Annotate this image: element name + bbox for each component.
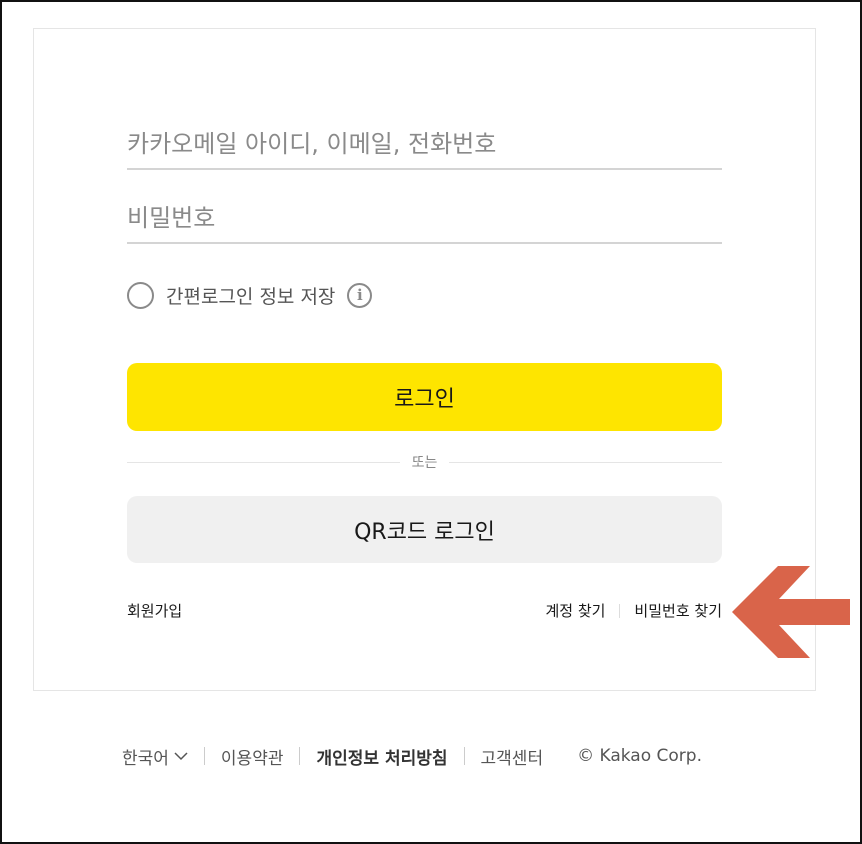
save-login-label[interactable]: 간편로그인 정보 저장 (166, 282, 335, 309)
password-input[interactable] (127, 202, 722, 242)
divider-text: 또는 (411, 455, 438, 471)
language-selector[interactable]: 한국어 (122, 744, 188, 769)
id-input[interactable] (127, 128, 722, 168)
find-links: 계정 찾기 비밀번호 찾기 (545, 600, 722, 621)
footer: 한국어 이용약관 개인정보 처리방침 고객센터 © Kakao Corp. (122, 743, 702, 769)
save-login-radio[interactable] (127, 281, 154, 309)
save-login-row: 간편로그인 정보 저장 i (127, 281, 373, 309)
footer-separator (203, 747, 205, 765)
link-separator (619, 603, 621, 618)
customer-center-link[interactable]: 고객센터 (481, 744, 544, 769)
signup-link[interactable]: 회원가입 (127, 600, 182, 621)
language-label: 한국어 (122, 748, 169, 769)
left-arrow-icon (732, 566, 850, 658)
id-field-wrapper (127, 128, 722, 170)
or-divider: 또는 (127, 452, 723, 472)
chevron-down-icon (174, 752, 188, 761)
login-button[interactable]: 로그인 (127, 363, 722, 431)
info-icon[interactable]: i (347, 282, 373, 308)
qr-login-button[interactable]: QR코드 로그인 (127, 496, 722, 563)
terms-link[interactable]: 이용약관 (221, 744, 284, 769)
copyright-text: © Kakao Corp. (577, 746, 702, 766)
divider-line-left (127, 461, 400, 463)
footer-separator (463, 747, 465, 765)
privacy-policy-link[interactable]: 개인정보 처리방침 (316, 744, 447, 769)
find-password-link[interactable]: 비밀번호 찾기 (634, 600, 722, 621)
footer-separator (299, 747, 301, 765)
divider-line-right (449, 461, 723, 463)
password-field-wrapper (127, 202, 722, 244)
find-account-link[interactable]: 계정 찾기 (545, 600, 605, 621)
